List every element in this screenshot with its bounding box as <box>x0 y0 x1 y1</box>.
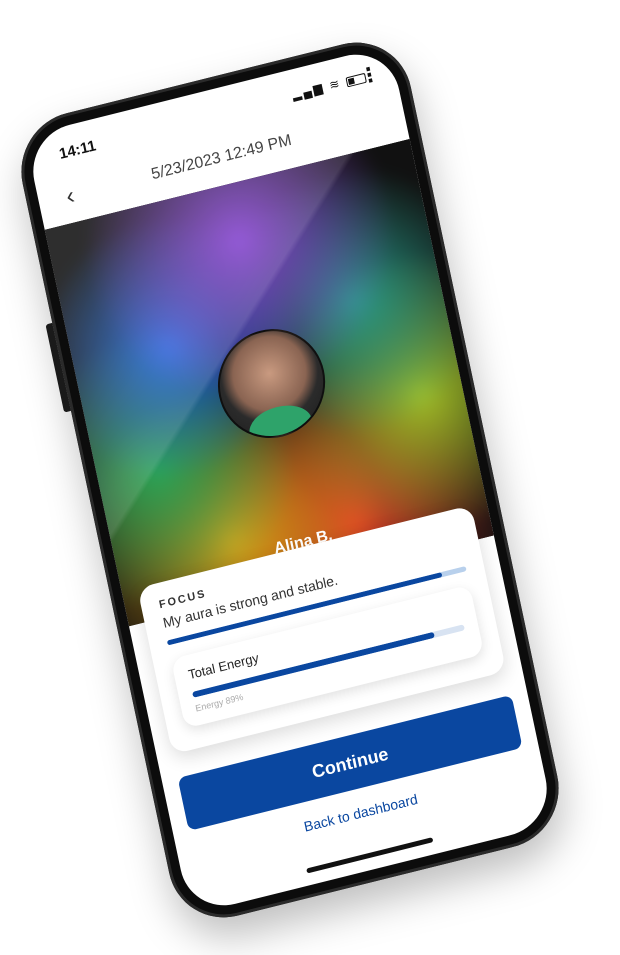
vertical-dots-icon: ⋮ <box>357 62 382 89</box>
home-indicator <box>306 837 434 874</box>
status-icons: ▂▄▆ ≋ <box>291 70 367 102</box>
chevron-left-icon: ‹ <box>63 182 77 211</box>
stage: 14:11 ▂▄▆ ≋ ‹ 5/23/2023 12:49 PM ⋮ Alina… <box>0 0 620 955</box>
wifi-icon: ≋ <box>327 75 343 93</box>
status-time: 14:11 <box>57 137 98 163</box>
phone-device: 14:11 ▂▄▆ ≋ ‹ 5/23/2023 12:49 PM ⋮ Alina… <box>10 30 570 930</box>
phone-screen: 14:11 ▂▄▆ ≋ ‹ 5/23/2023 12:49 PM ⋮ Alina… <box>24 44 556 916</box>
energy-caption: Energy 89% <box>194 691 245 714</box>
signal-bars-icon: ▂▄▆ <box>290 80 326 102</box>
back-button[interactable]: ‹ <box>54 180 87 214</box>
